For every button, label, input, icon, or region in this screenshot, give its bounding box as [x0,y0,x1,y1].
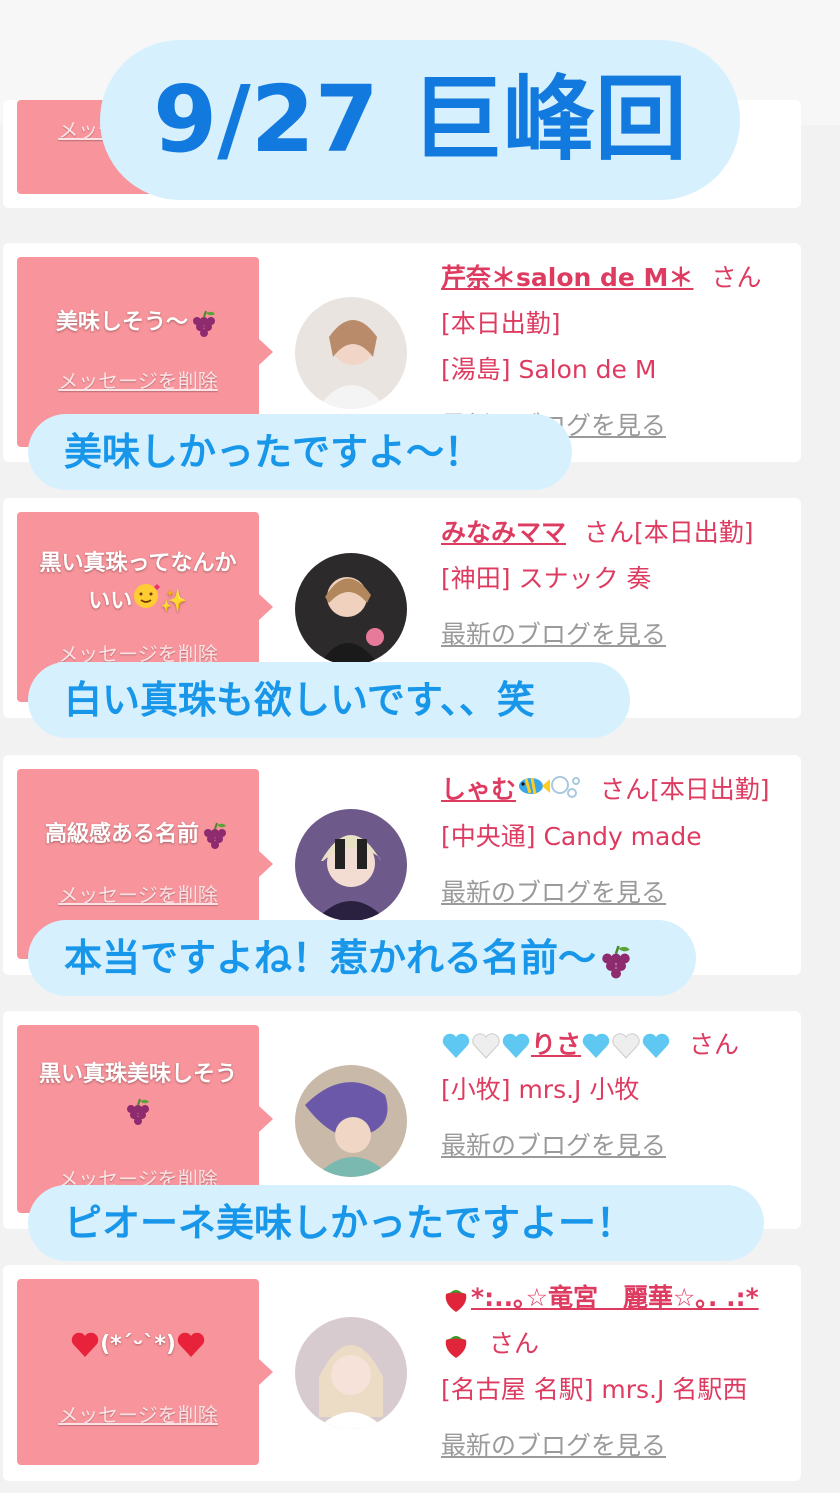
avatar[interactable] [295,1065,407,1177]
cast-name-link[interactable]: みなみママ [441,518,566,547]
message-text: 黒い真珠ってなんかいい ✨ [38,546,238,622]
work-status: [本日出勤] [441,309,561,338]
reply-bubble-1: 美味しかったですよ〜！ [28,414,572,490]
white-heart-icon [472,1033,500,1059]
avatar[interactable] [295,553,407,665]
avatar[interactable] [295,1317,407,1429]
red-heart-icon [71,1332,99,1357]
strawberry-icon [445,1290,467,1312]
white-heart-icon [612,1033,640,1059]
grape-icon [127,1098,149,1125]
light-blue-heart-icon [642,1033,670,1058]
message-text: 黒い真珠美味しそう [38,1057,238,1129]
shop-name: [小牧] mrs.J 小牧 [441,1075,640,1104]
reply-bubble-3: 本当ですよね！惹かれる名前〜 [28,920,696,996]
shop-name: [中央通] Candy made [441,822,702,851]
grape-icon [602,945,630,978]
cast-name-link[interactable]: りさ [441,1030,671,1059]
work-status: [本日出勤] [634,518,754,547]
light-blue-heart-icon [582,1033,610,1058]
grape-icon [204,822,226,849]
honorific: さん [711,263,762,292]
profile-info: りさ さん [小牧] mrs.J 小牧 最新のブログを見る [441,1023,793,1169]
delete-message-link[interactable]: メッセージを削除 [17,365,259,394]
honorific: さん [600,775,651,804]
shop-name: [神田] スナック 奏 [441,564,652,593]
profile-info: みなみママ さん[本日出勤] [神田] スナック 奏 最新のブログを見る [441,510,793,658]
avatar[interactable] [295,809,407,921]
smiling-face-with-hearts-icon [132,582,161,622]
delete-message-link[interactable]: メッセージを削除 [17,879,259,908]
delete-message-link[interactable]: メッセージを削除 [17,1399,259,1428]
profile-info: *:..｡☆竜宮 麗華☆｡. .:* さん [名古屋 名駅] mrs.J 名駅西… [441,1275,793,1469]
title-bubble: 9/27 巨峰回 [100,40,740,200]
honorific: さん [489,1329,540,1358]
shop-name: [湯島] Salon de M [441,355,657,384]
light-blue-heart-icon [502,1033,530,1058]
reply-bubble-2: 白い真珠も欲しいです、、笑 [28,662,630,738]
bubbles-icon [550,768,582,814]
light-blue-heart-icon [442,1033,470,1058]
message-text: (*´ᵕ`*) [23,1327,253,1363]
sparkles-icon: ✨ [160,589,188,614]
profile-info: しゃむ さん[本日出勤] [中央通] Candy made 最新のブログを見る [441,767,793,916]
avatar[interactable] [295,297,407,409]
honorific: さん [584,518,635,547]
blog-link[interactable]: 最新のブログを見る [441,878,666,907]
honorific: さん [689,1030,740,1059]
red-heart-icon [177,1332,205,1357]
cast-name-link[interactable]: しゃむ [441,775,582,804]
work-status: [本日出勤] [650,775,770,804]
tropical-fish-icon [516,768,551,814]
reply-bubble-4: ピオーネ美味しかったですよー！ [28,1185,764,1261]
blog-link[interactable]: 最新のブログを見る [441,1131,666,1160]
cast-name-link[interactable]: 芹奈＊salon de M＊ [441,263,693,292]
cast-name-link[interactable]: *:..｡☆竜宮 麗華☆｡. .:* [441,1283,759,1312]
message-card-5: (*´ᵕ`*) メッセージを削除 *:..｡☆竜宮 麗華☆｡. .:* さん [… [3,1265,801,1481]
grape-icon [193,310,215,337]
message-text: 美味しそう〜 [23,305,253,341]
shop-name: [名古屋 名駅] mrs.J 名駅西 [441,1375,748,1404]
message-box: (*´ᵕ`*) メッセージを削除 [17,1279,273,1465]
blog-link[interactable]: 最新のブログを見る [441,620,666,649]
strawberry-icon [445,1336,467,1358]
blog-link[interactable]: 最新のブログを見る [441,1431,666,1460]
message-text: 高級感ある名前 [23,817,253,853]
